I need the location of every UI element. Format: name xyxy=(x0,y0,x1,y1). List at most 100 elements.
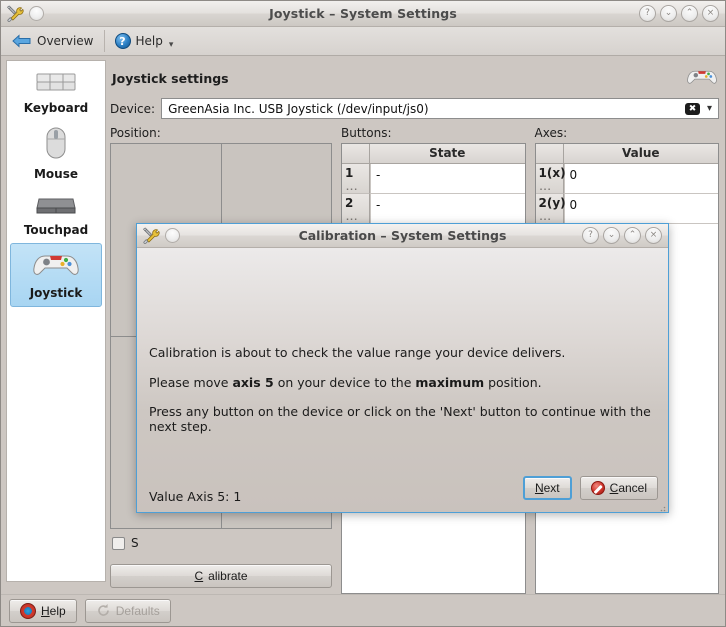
row-index: 1... xyxy=(342,164,370,194)
window-titlebar[interactable]: Joystick – System Settings ? ⌄ ⌃ × xyxy=(1,1,725,27)
dialog-line-3: Press any button on the device or click … xyxy=(149,404,651,434)
dialog-line-2-pre: Please move xyxy=(149,375,233,390)
row-value: 0 xyxy=(563,164,718,194)
row-index-label: 1(x) xyxy=(538,166,566,180)
help-question-icon: ? xyxy=(114,33,131,49)
row-index: 2... xyxy=(342,194,370,224)
dialog-titlebar-button-group: ? ⌄ ⌃ × xyxy=(582,227,668,244)
table-header-row: State xyxy=(342,144,525,164)
next-accel: N xyxy=(534,481,544,495)
chevron-down-icon[interactable]: ▾ xyxy=(704,103,715,114)
window-title: Joystick – System Settings xyxy=(269,6,457,21)
defaults-button[interactable]: Defaults xyxy=(84,598,171,623)
panel-header: Joystick settings xyxy=(110,61,719,98)
cancel-accel: C xyxy=(609,481,619,495)
help-button[interactable]: Help xyxy=(9,598,77,623)
help-titlebar-button[interactable]: ? xyxy=(582,227,599,244)
sidebar-item-touchpad[interactable]: Touchpad xyxy=(10,187,102,243)
row-value: 0 xyxy=(563,194,718,224)
help-titlebar-button[interactable]: ? xyxy=(639,5,656,22)
status-bar: Help Defaults xyxy=(1,594,725,626)
trace-checkbox[interactable] xyxy=(112,536,125,550)
tools-icon xyxy=(142,227,160,245)
table-header-row: Value xyxy=(535,144,718,164)
device-label: Device: xyxy=(110,101,156,116)
page-title: Joystick settings xyxy=(112,70,229,86)
maximize-button[interactable]: ⌃ xyxy=(624,227,641,244)
next-button[interactable]: Next xyxy=(522,476,572,500)
maximize-button[interactable]: ⌃ xyxy=(681,5,698,22)
device-row: Device: GreenAsia Inc. USB Joystick (/de… xyxy=(110,98,719,119)
help-toolbar-label: Help xyxy=(135,34,163,48)
titlebar-left-group xyxy=(1,5,44,23)
table-row[interactable]: 2... - xyxy=(342,194,525,224)
dialog-line-2-post: position. xyxy=(484,375,542,390)
sidebar-item-label: Mouse xyxy=(33,167,78,181)
window-menu-button[interactable] xyxy=(165,228,180,243)
keyboard-icon xyxy=(34,70,78,97)
help-accel: H xyxy=(41,603,50,618)
trace-checkbox-row[interactable]: S xyxy=(112,536,332,550)
row-value: - xyxy=(370,194,525,224)
table-row[interactable]: 2(y)... 0 xyxy=(535,194,718,224)
row-ellipsis: ... xyxy=(346,213,359,222)
minimize-button[interactable]: ⌄ xyxy=(603,227,620,244)
gamepad-icon xyxy=(687,66,717,90)
gamepad-icon xyxy=(33,249,79,282)
close-button[interactable]: × xyxy=(645,227,662,244)
clear-icon[interactable]: ✖ xyxy=(684,102,700,115)
sidebar-item-mouse[interactable]: Mouse xyxy=(10,121,102,187)
touchpad-icon xyxy=(34,192,78,219)
dialog-body: Calibration is about to check the value … xyxy=(137,248,668,512)
calibrate-button-wrap: Calibrate xyxy=(110,558,332,594)
close-button[interactable]: × xyxy=(702,5,719,22)
table-corner xyxy=(342,144,370,163)
table-corner xyxy=(535,144,564,163)
dialog-titlebar-left-group xyxy=(137,227,180,245)
row-index: 1(x)... xyxy=(535,164,566,194)
resize-grip[interactable] xyxy=(657,501,666,512)
help-toolbar-button[interactable]: ? Help ▾ xyxy=(108,29,181,53)
row-ellipsis: ... xyxy=(539,213,552,222)
cancel-icon xyxy=(590,481,605,495)
row-index: 2(y)... xyxy=(535,194,566,224)
sidebar-item-label: Joystick xyxy=(29,286,83,300)
dialog-titlebar[interactable]: Calibration – System Settings ? ⌄ ⌃ × xyxy=(137,224,668,248)
window-menu-button[interactable] xyxy=(29,6,44,21)
row-index-label: 1 xyxy=(345,166,354,180)
calibrate-label-rest: alibrate xyxy=(208,569,248,583)
cancel-button[interactable]: Cancel xyxy=(579,476,658,500)
buttons-state-header: State xyxy=(429,146,466,160)
device-combobox[interactable]: GreenAsia Inc. USB Joystick (/dev/input/… xyxy=(161,98,719,119)
minimize-button[interactable]: ⌄ xyxy=(660,5,677,22)
next-label-rest: ext xyxy=(543,481,560,495)
table-row[interactable]: 1(x)... 0 xyxy=(535,164,718,194)
device-value: GreenAsia Inc. USB Joystick (/dev/input/… xyxy=(168,101,429,116)
sidebar-item-label: Touchpad xyxy=(23,223,89,237)
sidebar: Keyboard Mouse Touchpad Joystick xyxy=(6,60,106,582)
mouse-icon xyxy=(42,126,70,163)
row-value: - xyxy=(370,164,525,194)
row-ellipsis: ... xyxy=(346,183,359,192)
calibrate-button[interactable]: Calibrate xyxy=(110,564,332,588)
buttons-label: Buttons: xyxy=(341,126,392,140)
sidebar-item-keyboard[interactable]: Keyboard xyxy=(10,65,102,121)
toolbar-separator xyxy=(103,30,105,52)
overview-button[interactable]: Overview xyxy=(5,29,101,53)
back-arrow-icon xyxy=(12,33,32,49)
axes-value-header: Value xyxy=(621,146,660,160)
position-label: Position: xyxy=(110,126,161,140)
overview-label: Overview xyxy=(37,34,94,48)
table-row[interactable]: 1... - xyxy=(342,164,525,194)
tools-icon xyxy=(6,5,24,23)
dialog-line-2: Please move axis 5 on your device to the… xyxy=(149,375,656,390)
sidebar-item-joystick[interactable]: Joystick xyxy=(10,243,102,307)
row-index-label: 2 xyxy=(345,196,354,210)
chevron-down-icon[interactable]: ▾ xyxy=(169,40,174,51)
row-index-label: 2(y) xyxy=(538,196,566,210)
calibration-dialog: Calibration – System Settings ? ⌄ ⌃ × Ca… xyxy=(136,223,669,513)
dialog-line-1: Calibration is about to check the value … xyxy=(149,345,566,360)
cancel-label-rest: ancel xyxy=(618,481,647,495)
dialog-line-2-axis: axis 5 xyxy=(232,375,274,390)
main-toolbar: Overview ? Help ▾ xyxy=(1,27,725,56)
